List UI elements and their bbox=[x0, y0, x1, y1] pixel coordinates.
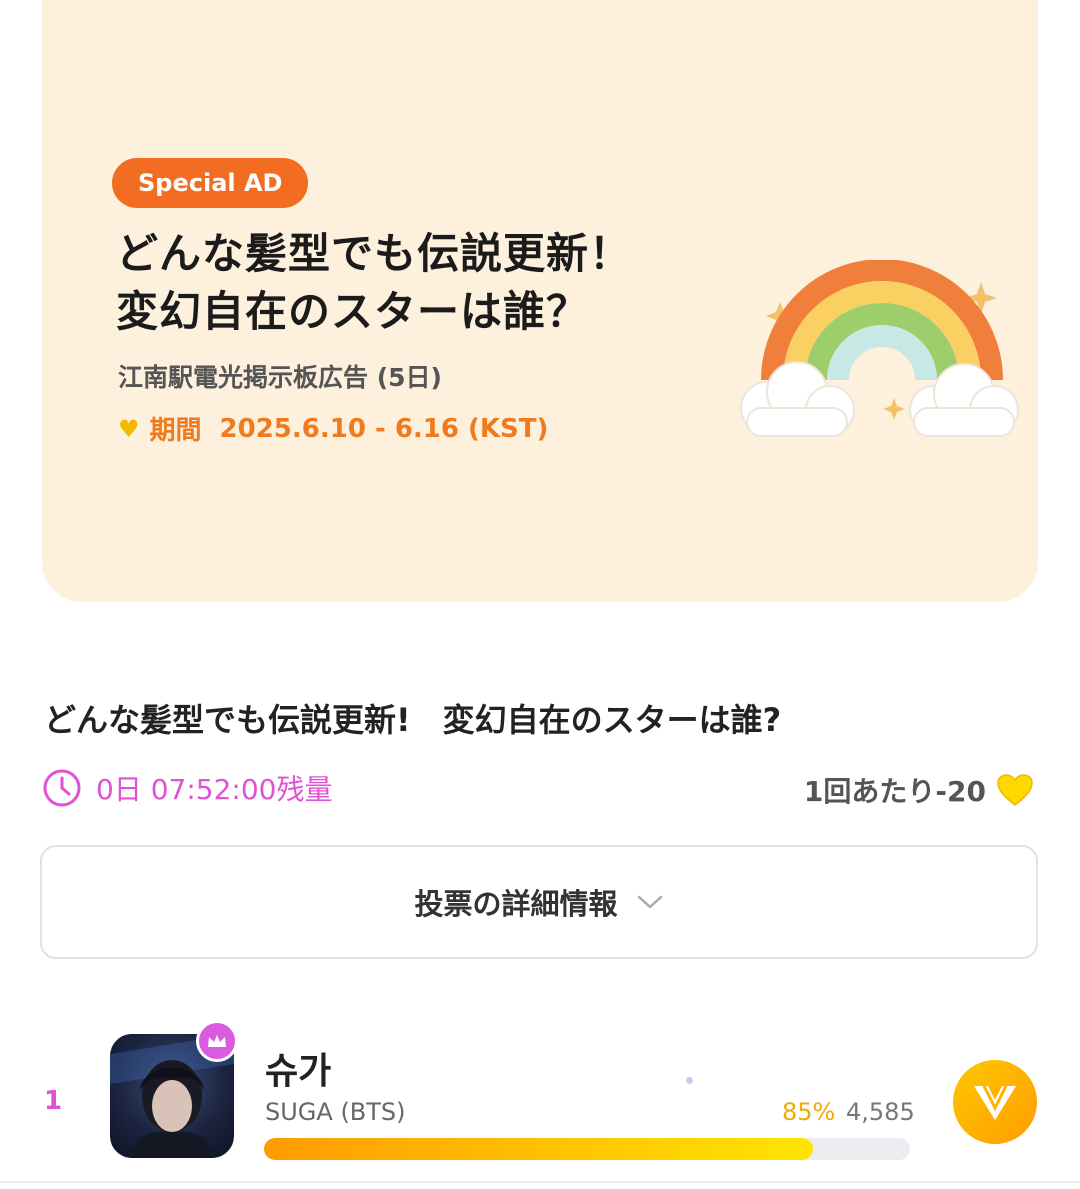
rainbow-illustration bbox=[740, 260, 1019, 437]
vote-button[interactable] bbox=[953, 1060, 1037, 1144]
rank-number: 1 bbox=[44, 1086, 63, 1116]
time-remaining: 0日 07:52:00残量 bbox=[42, 768, 332, 808]
vote-details-button[interactable]: 投票の詳細情報 bbox=[40, 845, 1038, 959]
poll-title: どんな髪型でも伝説更新! 変幻自在のスターは誰? bbox=[44, 701, 782, 739]
vote-cost: 1回あたり-20 bbox=[804, 770, 1034, 810]
chevron-down-icon bbox=[637, 895, 662, 909]
banner-headline-line1: どんな髪型でも伝説更新！ bbox=[116, 229, 633, 278]
special-ad-badge: Special AD bbox=[112, 158, 309, 208]
crown-icon bbox=[196, 1020, 238, 1062]
banner-period: ♥ 期間 2025.6.10 - 6.16 (KST) bbox=[118, 410, 548, 447]
star-group: SUGA (BTS) bbox=[265, 1098, 406, 1126]
time-remaining-text: 0日 07:52:00残量 bbox=[96, 773, 333, 806]
vote-percent: 85% bbox=[782, 1098, 836, 1126]
vote-details-label: 投票の詳細情報 bbox=[414, 887, 618, 921]
decorative-dot bbox=[686, 1077, 693, 1084]
divider bbox=[0, 1181, 1080, 1183]
clock-icon bbox=[43, 769, 81, 807]
vote-count: 4,585 bbox=[846, 1098, 915, 1126]
banner-headline: どんな髪型でも伝説更新！ 変幻自在のスターは誰？ bbox=[116, 225, 632, 341]
vote-icon bbox=[974, 1085, 1016, 1120]
banner-subtitle: 江南駅電光掲示板広告 (5日) bbox=[118, 363, 442, 392]
vote-cost-text: 1回あたり-20 bbox=[803, 775, 986, 808]
heart-icon: ♥ bbox=[118, 414, 140, 443]
ranking-item[interactable]: 1 슈가 SUGA (BTS) 85% 4,585 bbox=[0, 1020, 1080, 1170]
promo-banner[interactable]: Special AD どんな髪型でも伝説更新！ 変幻自在のスターは誰？ 江南駅電… bbox=[42, 0, 1038, 602]
vote-progress-fill bbox=[264, 1138, 814, 1160]
yellow-heart-icon bbox=[997, 774, 1033, 806]
period-label: 期間 bbox=[149, 416, 202, 446]
period-value: 2025.6.10 - 6.16 (KST) bbox=[219, 413, 549, 444]
vote-progress-bar bbox=[264, 1138, 910, 1160]
banner-headline-line2: 変幻自在のスターは誰？ bbox=[116, 287, 590, 336]
star-name: 슈가 bbox=[265, 1051, 332, 1092]
